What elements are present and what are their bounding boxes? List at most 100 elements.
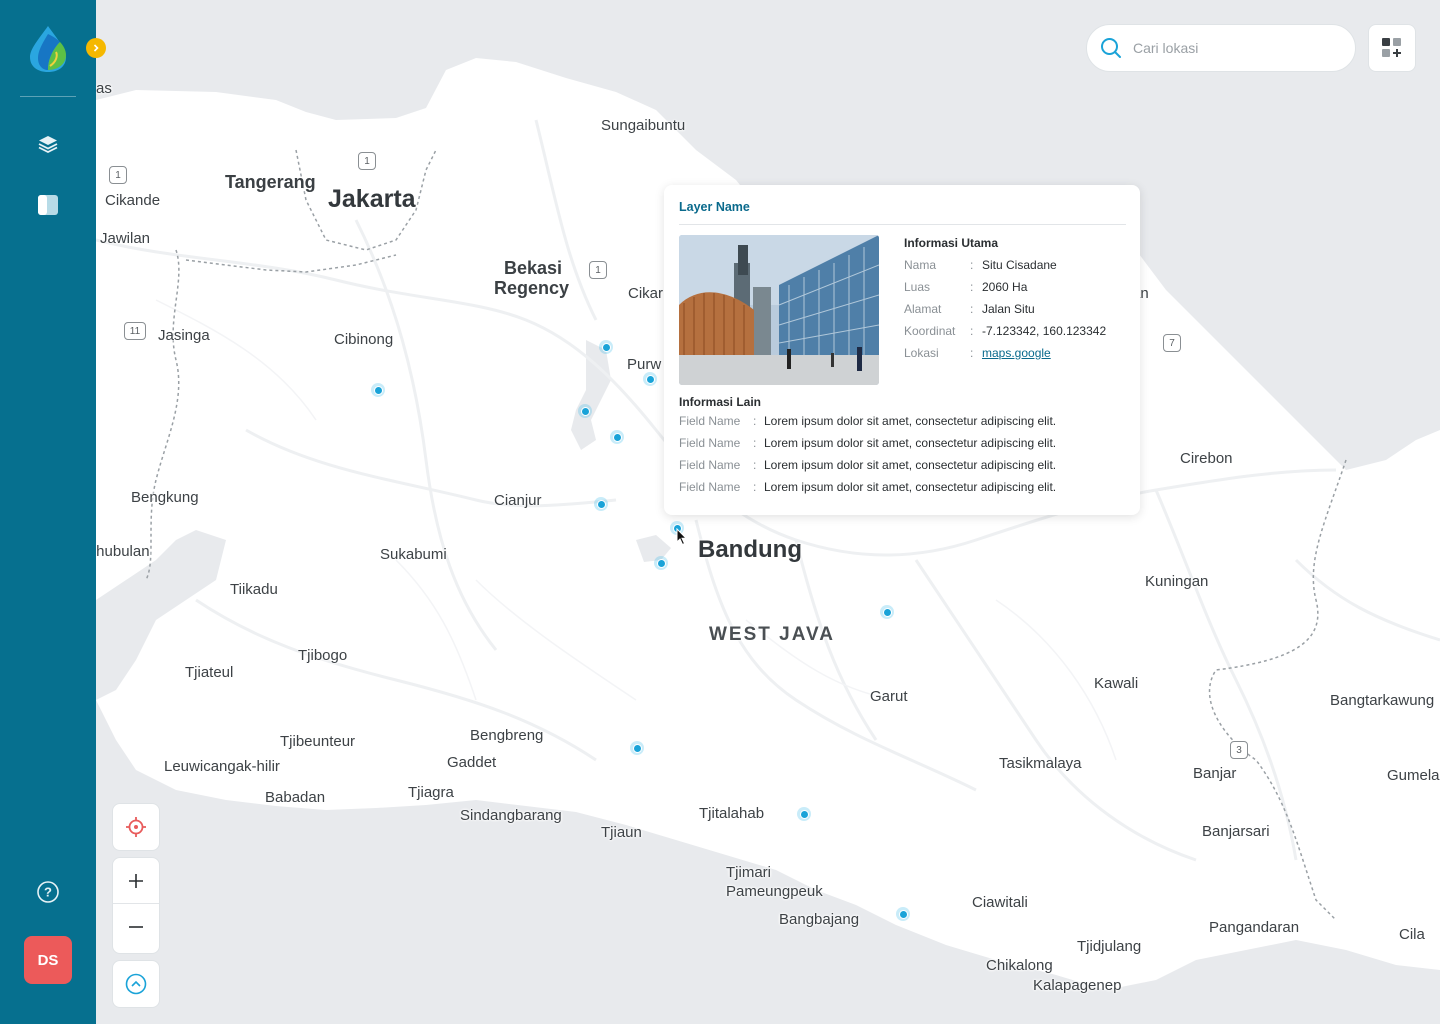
- place-label: Cianjur: [494, 492, 542, 509]
- sidebar-divider: [20, 96, 76, 97]
- help-icon: ?: [37, 881, 59, 903]
- sidebar-expand-button[interactable]: [86, 38, 106, 58]
- main-info-section: Informasi Utama Nama : Situ Cisadane Lua…: [904, 236, 1106, 385]
- place-label: Cikande: [105, 192, 161, 209]
- grid-add-icon: [1382, 38, 1401, 57]
- map-marker[interactable]: [599, 340, 613, 354]
- place-label: Pangandaran: [1209, 919, 1300, 936]
- place-label: Regency: [494, 278, 570, 298]
- info-value: -7.123342, 160.123342: [982, 324, 1107, 338]
- minus-icon: [129, 926, 143, 928]
- info-label: Alamat: [904, 302, 942, 316]
- place-label: Tjiagra: [408, 784, 454, 801]
- place-label: Bengbreng: [470, 727, 544, 744]
- zoom-out-button[interactable]: [113, 904, 159, 950]
- place-label: Gaddet: [447, 754, 497, 771]
- other-info-row: Field Name : Lorem ipsum dolor sit amet,…: [679, 432, 1126, 454]
- field-colon: :: [753, 480, 757, 494]
- other-info-section: Informasi Lain Field Name : Lorem ipsum …: [679, 395, 1126, 498]
- info-colon: :: [970, 258, 974, 272]
- crosshair-icon: [126, 817, 146, 837]
- other-info-row: Field Name : Lorem ipsum dolor sit amet,…: [679, 410, 1126, 432]
- maps-link[interactable]: maps.google: [982, 346, 1051, 360]
- place-label: Cirebon: [1180, 450, 1233, 467]
- place-label: Banjar: [1193, 765, 1237, 782]
- location-photo: [679, 235, 879, 385]
- info-colon: :: [970, 302, 974, 316]
- app-logo[interactable]: [28, 24, 68, 74]
- field-label: Field Name: [679, 458, 741, 472]
- place-label: Kalapagenep: [1033, 977, 1122, 994]
- place-label: Jasinga: [158, 327, 210, 344]
- field-colon: :: [753, 458, 757, 472]
- info-value: Situ Cisadane: [982, 258, 1057, 272]
- place-label: Kuningan: [1145, 573, 1209, 590]
- chevron-right-icon: [93, 44, 99, 52]
- info-label: Luas: [904, 280, 931, 294]
- field-label: Field Name: [679, 480, 741, 494]
- map-marker[interactable]: [578, 404, 592, 418]
- svg-text:?: ?: [44, 885, 52, 900]
- search-input[interactable]: [1133, 40, 1333, 56]
- map-marker[interactable]: [371, 383, 385, 397]
- place-label: Bengkung: [131, 489, 199, 506]
- map-marker[interactable]: [594, 497, 608, 511]
- place-label: Tangerang: [225, 172, 316, 192]
- main-info-title: Informasi Utama: [904, 236, 999, 250]
- map-marker[interactable]: [654, 556, 668, 570]
- map-marker[interactable]: [797, 807, 811, 821]
- field-colon: :: [753, 414, 757, 428]
- sidebar-item-layers[interactable]: [28, 124, 68, 164]
- place-label: Jawilan: [100, 230, 151, 247]
- panel-icon: [38, 195, 58, 215]
- zoom-in-button[interactable]: [113, 858, 159, 904]
- place-label: Bangtarkawung: [1330, 692, 1435, 709]
- road-shield: 7: [1163, 334, 1181, 352]
- place-label: Leuwicangak-hilir: [164, 758, 280, 775]
- place-label: Sukabumi: [380, 546, 447, 563]
- add-widget-button[interactable]: [1368, 24, 1416, 72]
- info-row: Nama : Situ Cisadane: [904, 254, 1106, 276]
- road-shield: 3: [1230, 741, 1248, 759]
- popup-divider: [679, 224, 1126, 225]
- info-row: Koordinat : -7.123342, 160.123342: [904, 320, 1106, 342]
- place-label: Pameungpeuk: [726, 883, 823, 900]
- info-value: Jalan Situ: [982, 302, 1035, 316]
- place-label: Tjitalahab: [699, 805, 765, 822]
- info-label: Lokasi: [904, 346, 939, 360]
- zoom-control: [112, 857, 160, 954]
- place-label: Sungaibuntu: [601, 117, 686, 134]
- place-label: Tjiateul: [185, 664, 234, 681]
- place-label: Jakarta: [328, 185, 416, 213]
- sidebar: ? DS: [0, 0, 96, 1024]
- place-label: Kawali: [1094, 675, 1139, 692]
- mouse-cursor-icon: [676, 528, 688, 546]
- help-button[interactable]: ?: [28, 872, 68, 912]
- road-shield: 1: [109, 166, 127, 184]
- place-label: Ciawitali: [972, 894, 1028, 911]
- map-marker[interactable]: [896, 907, 910, 921]
- field-value: Lorem ipsum dolor sit amet, consectetur …: [764, 458, 1057, 472]
- map-marker[interactable]: [643, 372, 657, 386]
- map-marker[interactable]: [630, 741, 644, 755]
- locate-button[interactable]: [113, 804, 159, 850]
- place-label: Bekasi: [504, 258, 563, 278]
- road-shield: 1: [589, 261, 607, 279]
- info-value: 2060 Ha: [982, 280, 1028, 294]
- info-label: Koordinat: [904, 324, 956, 338]
- search-bar: [1086, 24, 1356, 72]
- place-label: Tjibeunteur: [280, 733, 356, 750]
- sidebar-item-panel[interactable]: [28, 185, 68, 225]
- map-marker[interactable]: [880, 605, 894, 619]
- place-label: Tjibogo: [298, 647, 348, 664]
- info-row: Lokasi : maps.google: [904, 342, 1106, 364]
- avatar[interactable]: DS: [24, 936, 72, 984]
- map-marker[interactable]: [610, 430, 624, 444]
- place-label: Cila: [1399, 926, 1425, 943]
- reset-north-button[interactable]: [113, 961, 159, 1007]
- place-label: Cikar: [628, 285, 664, 302]
- place-label: Chikalong: [986, 957, 1053, 974]
- field-value: Lorem ipsum dolor sit amet, consectetur …: [764, 480, 1057, 494]
- place-label: Tasikmalaya: [999, 755, 1082, 772]
- place-label: Banjarsari: [1202, 823, 1270, 840]
